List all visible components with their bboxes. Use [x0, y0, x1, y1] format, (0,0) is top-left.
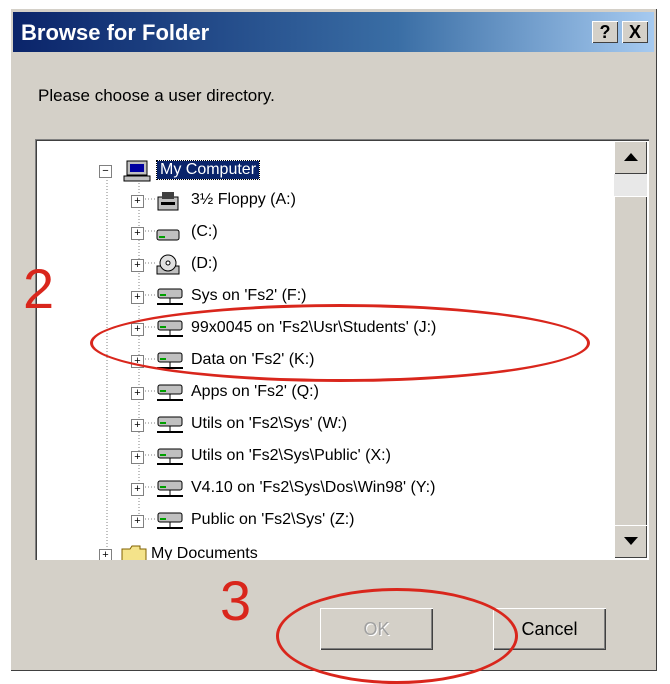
network-drive-icon	[155, 446, 185, 473]
network-drive-icon	[155, 286, 185, 313]
tree-label: Utils on 'Fs2\Sys' (W:)	[191, 415, 348, 432]
vertical-scrollbar[interactable]	[614, 141, 647, 558]
help-button[interactable]: ?	[592, 21, 618, 43]
tree-label: V4.10 on 'Fs2\Sys\Dos\Win98' (Y:)	[191, 479, 436, 496]
expand-toggle[interactable]: +	[131, 387, 144, 400]
expand-toggle[interactable]: +	[131, 483, 144, 496]
collapse-toggle[interactable]: −	[99, 165, 112, 178]
tree-label: My Documents	[151, 545, 258, 560]
floppy-drive-icon	[155, 190, 181, 217]
expand-toggle[interactable]: +	[131, 515, 144, 528]
window-title: Browse for Folder	[21, 20, 210, 45]
tree-label: Utils on 'Fs2\Sys\Public' (X:)	[191, 447, 391, 464]
tree-label: Sys on 'Fs2' (F:)	[191, 287, 307, 304]
expand-toggle[interactable]: +	[131, 195, 144, 208]
scroll-thumb[interactable]	[614, 196, 647, 531]
folder-icon	[121, 544, 147, 560]
tree-label: Public on 'Fs2\Sys' (Z:)	[191, 511, 355, 528]
annotation-step-3: 3	[220, 569, 252, 632]
close-button[interactable]: X	[622, 21, 648, 43]
tree-label: My Computer	[155, 160, 261, 180]
annotation-ellipse-drive-j	[90, 304, 590, 382]
expand-toggle[interactable]: +	[131, 291, 144, 304]
cd-drive-icon	[155, 254, 181, 281]
expand-toggle[interactable]: +	[99, 549, 112, 560]
expand-toggle[interactable]: +	[131, 451, 144, 464]
expand-toggle[interactable]: +	[131, 227, 144, 240]
browse-for-folder-dialog: Browse for Folder ? X Please choose a us…	[10, 8, 657, 684]
title-bar[interactable]: Browse for Folder ? X	[13, 12, 654, 52]
arrow-down-icon	[624, 537, 638, 545]
tree-label: 3½ Floppy (A:)	[191, 191, 296, 208]
scroll-up-button[interactable]	[614, 141, 647, 174]
annotation-step-2: 2	[23, 257, 55, 320]
expand-toggle[interactable]: +	[131, 419, 144, 432]
tree-label: (D:)	[191, 255, 218, 272]
tree-label: (C:)	[191, 223, 218, 240]
network-drive-icon	[155, 478, 185, 505]
arrow-up-icon	[624, 153, 638, 161]
scroll-down-button[interactable]	[614, 525, 647, 558]
network-drive-icon	[155, 382, 185, 409]
hard-drive-icon	[155, 222, 181, 249]
network-drive-icon	[155, 414, 185, 441]
annotation-ellipse-ok	[276, 588, 518, 684]
prompt-text: Please choose a user directory.	[38, 86, 275, 105]
network-drive-icon	[155, 510, 185, 537]
expand-toggle[interactable]: +	[131, 259, 144, 272]
my-computer-icon	[123, 160, 151, 187]
tree-label: Apps on 'Fs2' (Q:)	[191, 383, 319, 400]
